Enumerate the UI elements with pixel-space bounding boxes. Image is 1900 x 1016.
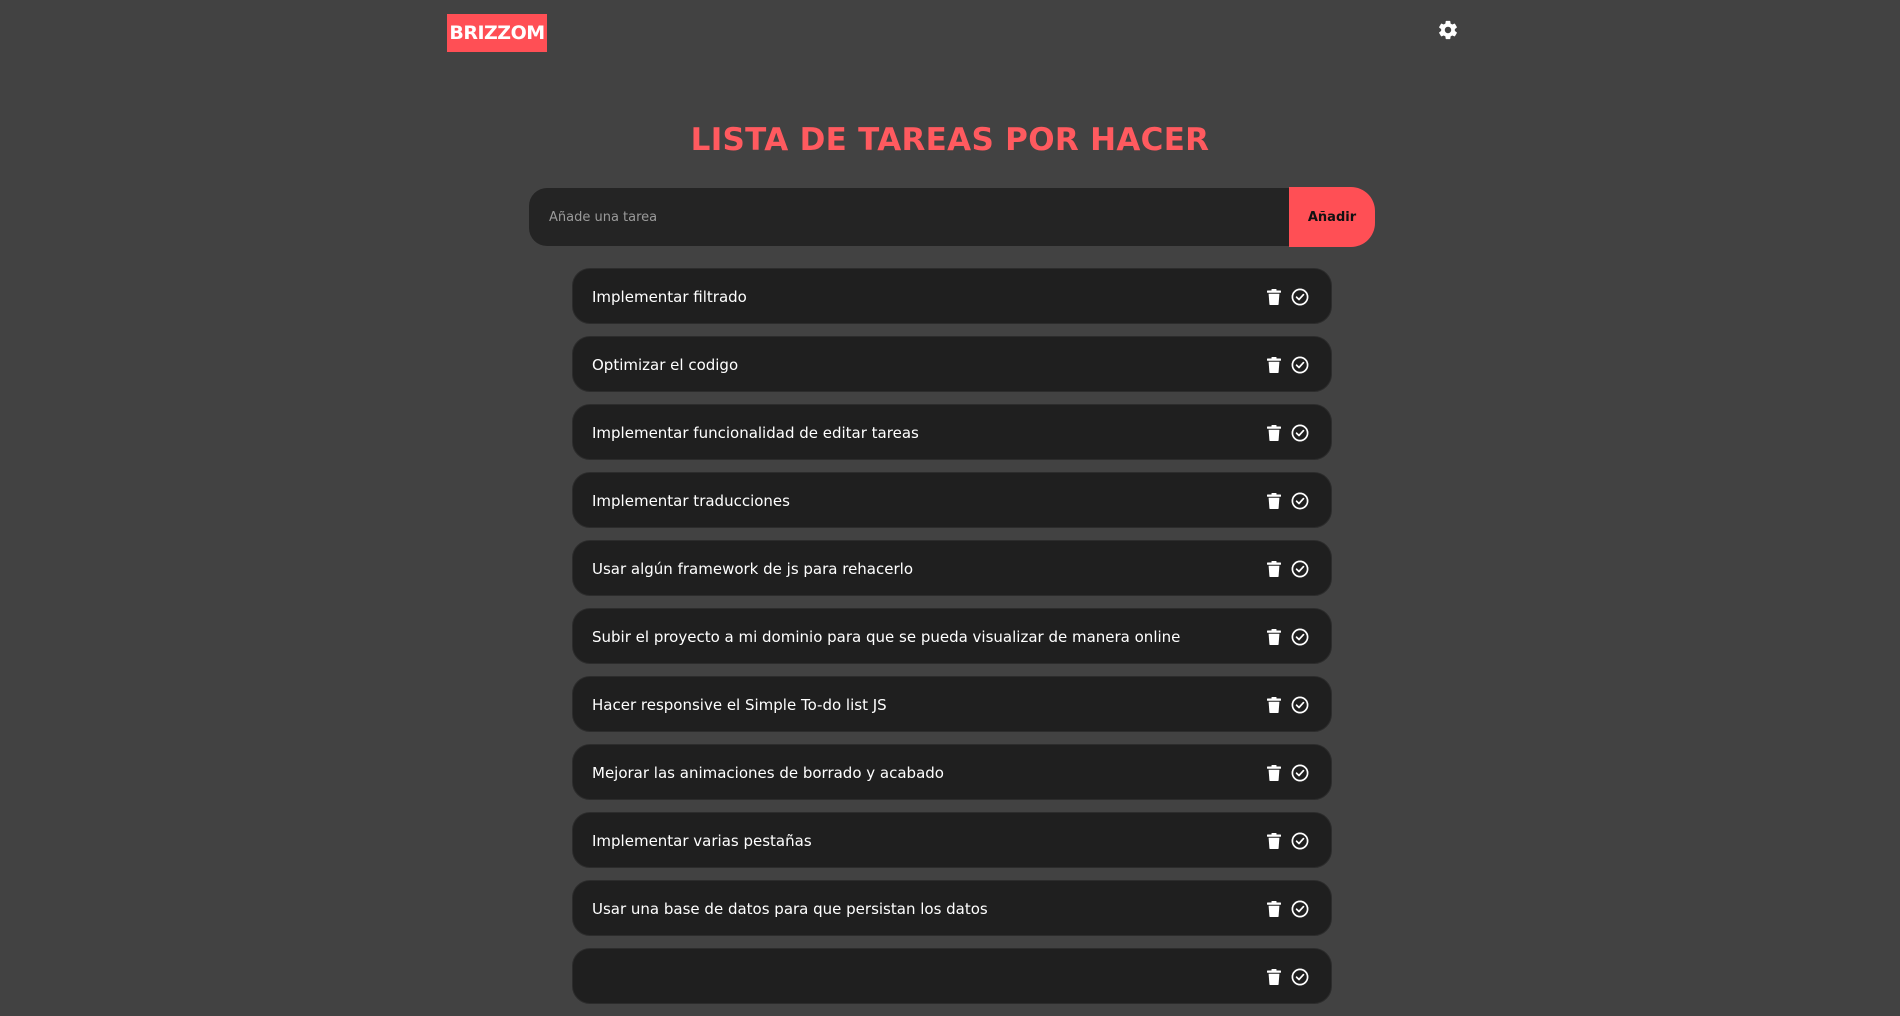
task-actions — [1265, 423, 1309, 443]
check-circle-icon[interactable] — [1291, 900, 1309, 918]
trash-icon[interactable] — [1265, 832, 1283, 850]
task-item: Implementar varias pestañas — [572, 812, 1332, 868]
task-item: Implementar traducciones — [572, 472, 1332, 528]
task-actions — [1265, 831, 1309, 851]
task-item: Implementar filtrado — [572, 268, 1332, 324]
trash-icon[interactable] — [1265, 696, 1283, 714]
task-item: Implementar funcionalidad de editar tare… — [572, 404, 1332, 460]
task-text: Implementar funcionalidad de editar tare… — [592, 424, 919, 442]
page-title: LISTA DE TAREAS POR HACER — [690, 122, 1210, 158]
task-actions — [1265, 695, 1309, 715]
add-task-form: Añadir — [529, 187, 1375, 247]
task-actions — [1265, 491, 1309, 511]
task-text: Optimizar el codigo — [592, 356, 739, 374]
check-circle-icon[interactable] — [1291, 968, 1309, 986]
task-text: Implementar filtrado — [592, 288, 747, 306]
trash-icon[interactable] — [1265, 492, 1283, 510]
trash-icon[interactable] — [1265, 764, 1283, 782]
check-circle-icon[interactable] — [1291, 628, 1309, 646]
task-text: Implementar traducciones — [592, 492, 790, 510]
task-list: Implementar filtrado Optimizar el codigo I… — [572, 268, 1332, 1016]
check-circle-icon[interactable] — [1291, 288, 1309, 306]
check-circle-icon[interactable] — [1291, 424, 1309, 442]
check-circle-icon[interactable] — [1291, 696, 1309, 714]
trash-icon[interactable] — [1265, 356, 1283, 374]
task-text: Usar algún framework de js para rehacerl… — [592, 560, 913, 578]
check-circle-icon[interactable] — [1291, 764, 1309, 782]
task-item: Usar algún framework de js para rehacerl… — [572, 540, 1332, 596]
add-task-button[interactable]: Añadir — [1289, 187, 1375, 247]
task-actions — [1265, 287, 1309, 307]
task-item: Subir el proyecto a mi dominio para que … — [572, 608, 1332, 664]
check-circle-icon[interactable] — [1291, 356, 1309, 374]
check-circle-icon[interactable] — [1291, 492, 1309, 510]
task-actions — [1265, 627, 1309, 647]
gear-icon[interactable] — [1437, 19, 1459, 41]
trash-icon[interactable] — [1265, 900, 1283, 918]
task-actions — [1265, 967, 1309, 987]
task-item: Mejorar las animaciones de borrado y aca… — [572, 744, 1332, 800]
brand-logo[interactable]: BRIZZOM — [447, 14, 547, 52]
task-item — [572, 948, 1332, 1004]
task-text: Implementar varias pestañas — [592, 832, 812, 850]
task-text: Hacer responsive el Simple To-do list JS — [592, 696, 887, 714]
task-actions — [1265, 355, 1309, 375]
check-circle-icon[interactable] — [1291, 560, 1309, 578]
task-item: Optimizar el codigo — [572, 336, 1332, 392]
task-text: Usar una base de datos para que persista… — [592, 900, 988, 918]
task-item: Usar una base de datos para que persista… — [572, 880, 1332, 936]
check-circle-icon[interactable] — [1291, 832, 1309, 850]
trash-icon[interactable] — [1265, 288, 1283, 306]
task-item: Hacer responsive el Simple To-do list JS — [572, 676, 1332, 732]
task-actions — [1265, 899, 1309, 919]
task-text: Subir el proyecto a mi dominio para que … — [592, 628, 1181, 646]
header: BRIZZOM — [0, 0, 1900, 60]
task-input[interactable] — [529, 188, 1289, 246]
task-actions — [1265, 763, 1309, 783]
trash-icon[interactable] — [1265, 628, 1283, 646]
task-actions — [1265, 559, 1309, 579]
trash-icon[interactable] — [1265, 968, 1283, 986]
trash-icon[interactable] — [1265, 560, 1283, 578]
task-text: Mejorar las animaciones de borrado y aca… — [592, 764, 944, 782]
trash-icon[interactable] — [1265, 424, 1283, 442]
